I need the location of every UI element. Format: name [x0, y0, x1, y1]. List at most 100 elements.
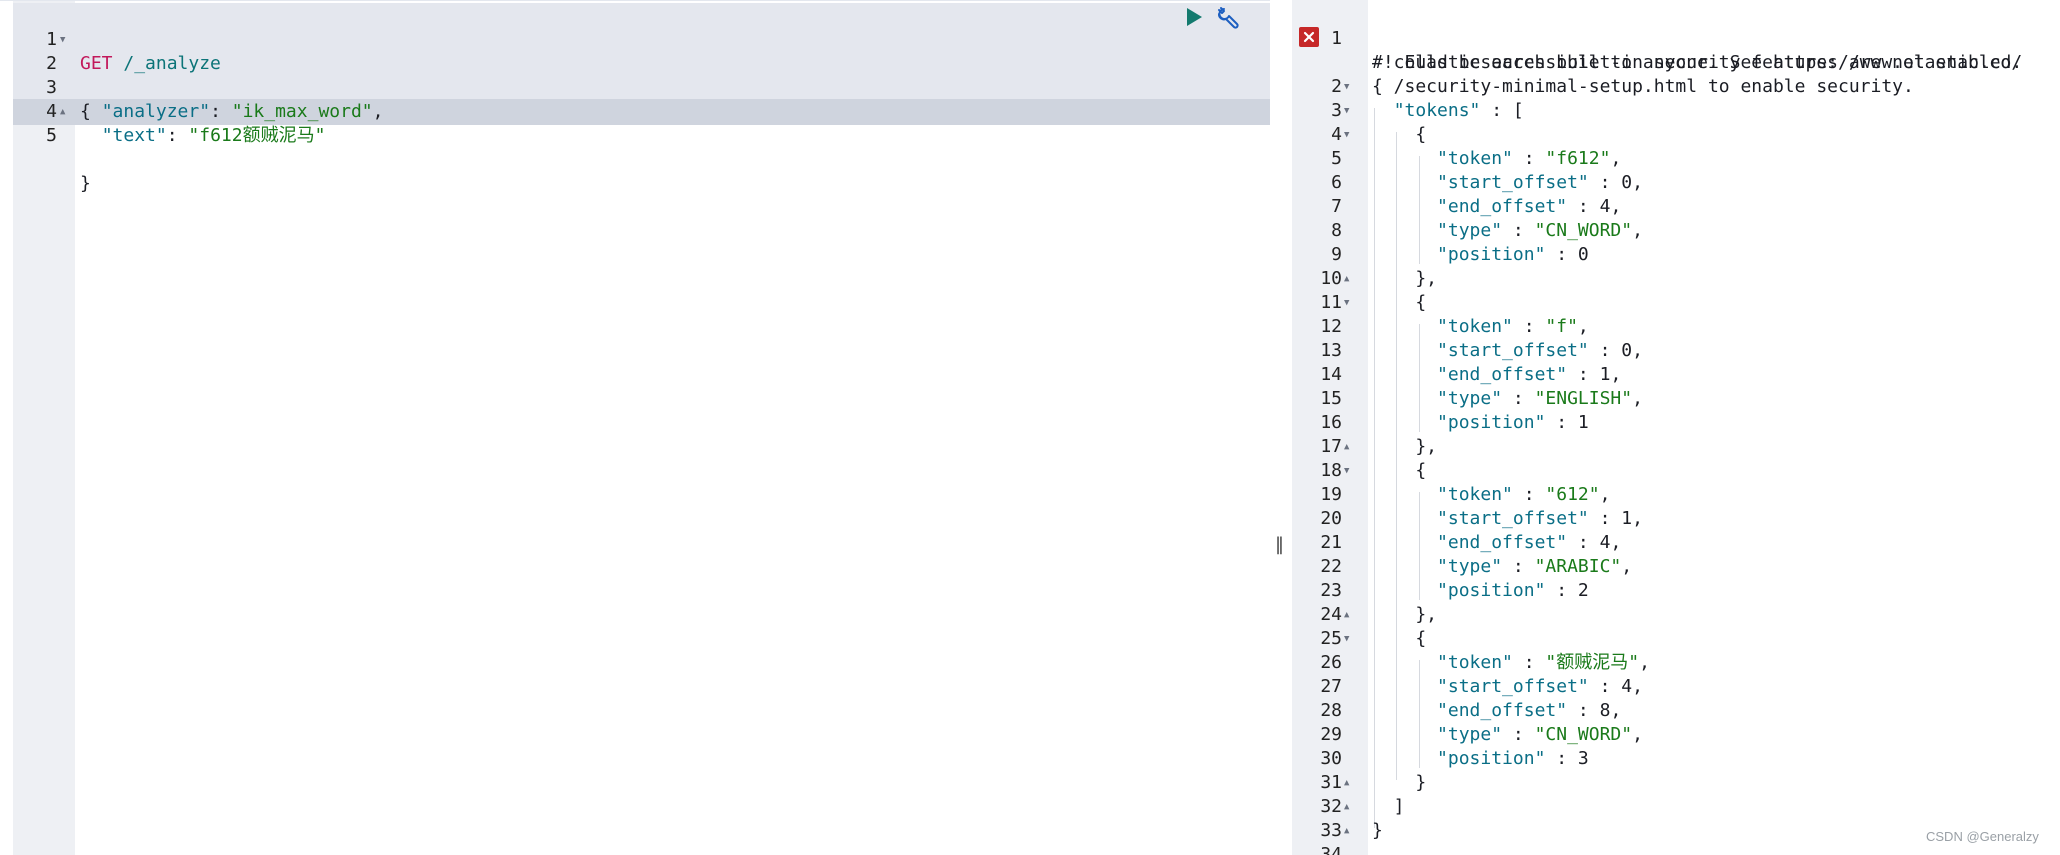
response-line: 12 "token" : "f", — [1292, 315, 2060, 339]
response-line-code: "start_offset" : 0, — [1437, 340, 1643, 361]
line-number: 26 — [1320, 652, 1342, 673]
line-number: 13 — [1320, 340, 1342, 361]
response-line: 8 "type" : "CN_WORD", — [1292, 219, 2060, 243]
response-line: 20 "start_offset" : 1, — [1292, 507, 2060, 531]
response-line: 19 "token" : "612", — [1292, 483, 2060, 507]
response-line-code: }, — [1372, 436, 1438, 457]
response-line-code: "token" : "额贼泥马", — [1437, 652, 1650, 673]
response-line-code: { — [1372, 292, 1427, 313]
response-line-code: "token" : "f612", — [1437, 148, 1622, 169]
line-number: 28 — [1320, 700, 1342, 721]
response-viewer[interactable]: 1 #! Elasticsearch built-in security fea… — [1292, 0, 2060, 855]
request-line[interactable]: 5 ▲ } — [13, 100, 1270, 194]
line-number: 32 — [1320, 796, 1342, 817]
request-line[interactable]: 4 "text": "f612额贼泥马" — [13, 76, 1270, 146]
line-number: 30 — [1320, 748, 1342, 769]
line-number: 10 — [1320, 268, 1342, 289]
json-string-value: "f612额贼泥马" — [188, 125, 326, 146]
request-line-code[interactable]: "text": "f612额贼泥马" — [80, 124, 326, 148]
line-number: 5 — [46, 125, 57, 146]
response-line: 6 "start_offset" : 0, — [1292, 171, 2060, 195]
response-line-code: "token" : "612", — [1437, 484, 1611, 505]
fold-toggle-icon[interactable]: ▲ — [1344, 603, 1349, 627]
request-line[interactable]: 1 GET /_analyze — [13, 4, 1270, 74]
request-actions — [1184, 3, 1244, 31]
fold-toggle-icon[interactable]: ▲ — [60, 100, 65, 124]
fold-toggle-icon[interactable]: ▲ — [1344, 795, 1349, 819]
fold-toggle-icon[interactable]: ▼ — [1344, 291, 1349, 315]
line-number: 4 — [1331, 124, 1342, 145]
wrench-icon[interactable] — [1214, 5, 1240, 31]
response-line: /security-minimal-setup.html to enable s… — [1292, 51, 2060, 97]
response-line-code: }, — [1372, 268, 1438, 289]
request-editor[interactable]: 1 GET /_analyze 2 ▼ { 3 "analyzer": "ik_… — [0, 0, 1270, 855]
response-line-code: } — [1372, 772, 1427, 793]
json-key: "text" — [101, 125, 167, 146]
line-number: 7 — [1331, 196, 1342, 217]
fold-toggle-icon[interactable]: ▲ — [1344, 771, 1349, 795]
response-line-code: } — [1372, 820, 1383, 841]
request-line-code[interactable]: } — [80, 172, 91, 196]
line-number: 34 — [1320, 844, 1342, 855]
response-line: 10 ▲ }, — [1292, 267, 2060, 291]
response-line: 13 "start_offset" : 0, — [1292, 339, 2060, 363]
response-line-code: "type" : "ENGLISH", — [1437, 388, 1643, 409]
line-number: 23 — [1320, 580, 1342, 601]
line-number: 15 — [1320, 388, 1342, 409]
line-number: 18 — [1320, 460, 1342, 481]
response-line-code: "position" : 0 — [1437, 244, 1589, 265]
line-number: 31 — [1320, 772, 1342, 793]
panel-resizer[interactable]: ‖ — [1270, 0, 1292, 855]
response-line-code: "start_offset" : 0, — [1437, 172, 1643, 193]
line-number: 5 — [1331, 148, 1342, 169]
fold-toggle-icon[interactable]: ▼ — [1344, 459, 1349, 483]
line-number: 20 — [1320, 508, 1342, 529]
fold-toggle-icon[interactable]: ▼ — [1344, 627, 1349, 651]
response-line: 25 ▼ { — [1292, 627, 2060, 651]
response-line: 3 ▼ "tokens" : [ — [1292, 99, 2060, 123]
response-line: 14 "end_offset" : 1, — [1292, 363, 2060, 387]
fold-toggle-icon[interactable]: ▲ — [1344, 267, 1349, 291]
line-number: 14 — [1320, 364, 1342, 385]
response-line: 21 "end_offset" : 4, — [1292, 531, 2060, 555]
fold-toggle-icon[interactable]: ▼ — [1344, 75, 1349, 99]
response-line: 17 ▲ }, — [1292, 435, 2060, 459]
response-line-code: "position" : 1 — [1437, 412, 1589, 433]
response-line: 34 — [1292, 843, 2060, 855]
line-number: 25 — [1320, 628, 1342, 649]
response-line-code: { — [1372, 124, 1427, 145]
response-line-code: "end_offset" : 8, — [1437, 700, 1622, 721]
response-line-code: { — [1372, 460, 1427, 481]
response-line: 1 #! Elasticsearch built-in security fea… — [1292, 3, 2060, 73]
response-line: 9 "position" : 0 — [1292, 243, 2060, 267]
fold-toggle-icon[interactable]: ▼ — [60, 28, 65, 52]
line-number: 6 — [1331, 172, 1342, 193]
response-line: 30 "position" : 3 — [1292, 747, 2060, 771]
response-line: 4 ▼ { — [1292, 123, 2060, 147]
response-line-code: "end_offset" : 4, — [1437, 532, 1622, 553]
fold-toggle-icon[interactable]: ▲ — [1344, 819, 1349, 843]
fold-toggle-icon[interactable]: ▲ — [1344, 435, 1349, 459]
line-number: 22 — [1320, 556, 1342, 577]
response-line: 15 "type" : "ENGLISH", — [1292, 387, 2060, 411]
response-line: 28 "end_offset" : 8, — [1292, 699, 2060, 723]
line-number: 27 — [1320, 676, 1342, 697]
response-line: 29 "type" : "CN_WORD", — [1292, 723, 2060, 747]
fold-toggle-icon[interactable]: ▼ — [1344, 123, 1349, 147]
line-number: 17 — [1320, 436, 1342, 457]
fold-toggle-icon[interactable]: ▼ — [1344, 99, 1349, 123]
request-line[interactable]: 3 "analyzer": "ik_max_word", — [13, 52, 1270, 122]
response-line: 32 ▲ ] — [1292, 795, 2060, 819]
response-line: 18 ▼ { — [1292, 459, 2060, 483]
response-line-code: "type" : "ARABIC", — [1437, 556, 1633, 577]
response-line: 22 "type" : "ARABIC", — [1292, 555, 2060, 579]
line-number: 19 — [1320, 484, 1342, 505]
line-number: 3 — [1331, 100, 1342, 121]
request-line[interactable]: 2 ▼ { — [13, 28, 1270, 122]
response-line-code: "type" : "CN_WORD", — [1437, 724, 1643, 745]
line-number: 16 — [1320, 412, 1342, 433]
response-line: 2 ▼ { — [1292, 75, 2060, 99]
response-line-code: "position" : 2 — [1437, 580, 1589, 601]
play-icon[interactable] — [1184, 7, 1204, 27]
resize-grip-icon[interactable]: ‖ — [1275, 534, 1284, 555]
